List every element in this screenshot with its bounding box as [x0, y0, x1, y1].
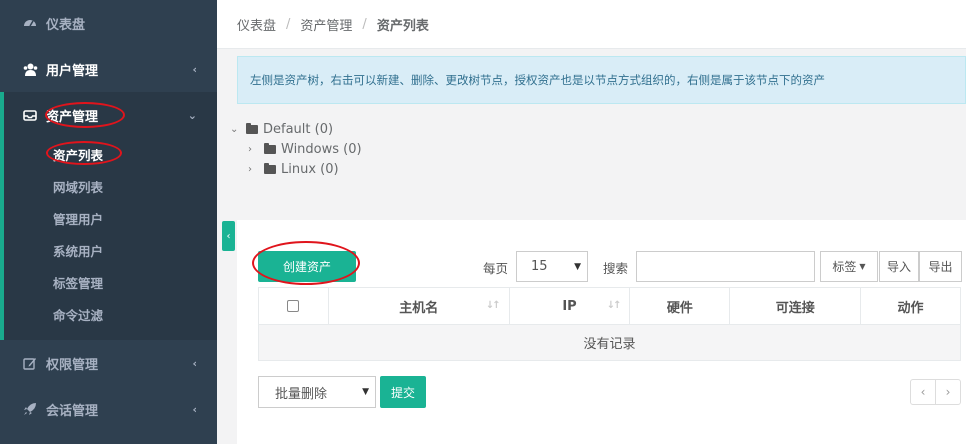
sidebar-item-label: 仪表盘 [46, 17, 86, 33]
info-alert: 左侧是资产树，右击可以新建、删除、更改树节点，授权资产也是以节点方式组织的，右侧… [237, 56, 966, 104]
column-header-label: IP [562, 298, 577, 314]
table-row-empty: 没有记录 [258, 324, 961, 361]
inbox-icon [22, 109, 38, 121]
dropdown-arrow-icon: ▼ [362, 387, 369, 397]
collapse-tree-button[interactable]: ‹ [222, 221, 235, 251]
search-label: 搜索 [603, 261, 629, 276]
caret-right-icon[interactable]: › [248, 144, 264, 155]
sidebar-item-users[interactable]: 用户管理 ‹ [0, 46, 217, 92]
caret-down-icon[interactable]: ⌄ [230, 124, 246, 135]
sort-icon[interactable]: ↓↑ [607, 300, 622, 311]
search-input[interactable] [636, 251, 815, 282]
empty-message: 没有记录 [258, 324, 961, 361]
asset-table: 主机名 ↓↑ IP ↓↑ 硬件 可连接 动作 没有记录 [258, 287, 961, 361]
column-header-actions: 动作 [860, 287, 961, 325]
tag-filter-button[interactable]: 标签 ▼ [820, 251, 878, 282]
sidebar-subitem-labels[interactable]: 标签管理 [53, 273, 103, 292]
caret-down-icon: ▼ [859, 262, 866, 271]
sidebar-item-label: 用户管理 [46, 63, 99, 79]
folder-icon [264, 143, 276, 154]
select-all-checkbox[interactable] [287, 300, 300, 312]
sidebar-subitem-system-users[interactable]: 系统用户 [53, 241, 103, 260]
create-asset-button[interactable]: 创建资产 [258, 251, 356, 282]
folder-open-icon [246, 123, 258, 134]
sidebar-subitem-admin-users[interactable]: 管理用户 [53, 209, 103, 228]
sort-icon[interactable]: ↓↑ [486, 300, 501, 311]
table-header-row: 主机名 ↓↑ IP ↓↑ 硬件 可连接 动作 [258, 287, 961, 325]
bulk-action-select[interactable]: 批量删除 ▼ [258, 376, 376, 408]
per-page-label: 每页 [483, 261, 509, 276]
users-icon [22, 63, 38, 76]
column-header-hostname[interactable]: 主机名 ↓↑ [327, 287, 510, 325]
breadcrumb-separator: / [286, 16, 291, 32]
breadcrumb-item-asset-list: 资产列表 [376, 18, 429, 34]
chevron-left-icon: ‹ [192, 356, 197, 370]
submit-button[interactable]: 提交 [380, 376, 426, 408]
tree-node-label: Windows (0) [281, 142, 362, 157]
sidebar-item-label: 资产管理 [46, 109, 99, 125]
column-header-ip[interactable]: IP ↓↑ [508, 287, 631, 325]
sidebar-item-label: 会话管理 [46, 403, 99, 419]
export-button[interactable]: 导出 [919, 251, 962, 282]
breadcrumb-item-dashboard[interactable]: 仪表盘 [237, 15, 276, 34]
tree-node-default[interactable]: ⌄ Default (0) [230, 122, 333, 137]
tree-node-label: Default (0) [263, 122, 334, 137]
rocket-icon [22, 402, 38, 416]
tree-node-linux[interactable]: › Linux (0) [248, 162, 339, 177]
pagination-next-button[interactable]: › [935, 379, 961, 405]
sidebar: 仪表盘 用户管理 ‹ 资产管理 ⌄ 资产列表 网域列表 管理用户 系统用户 标签… [0, 0, 217, 444]
chevron-down-icon: ⌄ [187, 108, 197, 122]
tree-node-windows[interactable]: › Windows (0) [248, 142, 362, 157]
column-header-hardware: 硬件 [629, 287, 731, 325]
per-page-select[interactable]: 15 ▼ [516, 251, 588, 282]
edit-icon [22, 356, 38, 370]
select-all-header [258, 287, 329, 325]
tree-node-label: Linux (0) [281, 162, 339, 177]
sidebar-item-label: 权限管理 [46, 357, 99, 373]
dashboard-icon [22, 16, 38, 30]
sidebar-item-sessions[interactable]: 会话管理 ‹ [0, 386, 217, 432]
chevron-left-icon: ‹ [226, 230, 231, 242]
sidebar-subitem-asset-list[interactable]: 资产列表 [53, 145, 103, 164]
per-page-value: 15 [531, 259, 548, 274]
chevron-left-icon: ‹ [192, 402, 197, 416]
import-button[interactable]: 导入 [879, 251, 919, 282]
sidebar-subitem-domain-list[interactable]: 网域列表 [53, 177, 103, 196]
sidebar-item-assets[interactable]: 资产管理 ⌄ [4, 92, 217, 138]
sidebar-group-assets: 资产管理 ⌄ 资产列表 网域列表 管理用户 系统用户 标签管理 命令过滤 [0, 92, 217, 340]
info-alert-text: 左侧是资产树，右击可以新建、删除、更改树节点，授权资产也是以节点方式组织的，右侧… [250, 73, 825, 87]
chevron-left-icon: ‹ [192, 62, 197, 76]
bulk-action-value: 批量删除 [275, 386, 328, 402]
sidebar-subitem-command-filters[interactable]: 命令过滤 [53, 305, 103, 324]
folder-icon [264, 163, 276, 174]
column-header-label: 主机名 [399, 300, 439, 316]
caret-right-icon[interactable]: › [248, 164, 264, 175]
column-header-connectable: 可连接 [729, 287, 862, 325]
sidebar-item-permissions[interactable]: 权限管理 ‹ [0, 340, 217, 386]
breadcrumb: 仪表盘 / 资产管理 / 资产列表 [217, 0, 966, 49]
breadcrumb-separator: / [362, 16, 367, 32]
dropdown-arrow-icon: ▼ [574, 261, 581, 272]
pagination-prev-button[interactable]: ‹ [910, 379, 936, 405]
breadcrumb-item-assets[interactable]: 资产管理 [300, 15, 352, 34]
sidebar-item-dashboard[interactable]: 仪表盘 [0, 0, 217, 46]
tag-filter-label: 标签 [832, 260, 857, 274]
